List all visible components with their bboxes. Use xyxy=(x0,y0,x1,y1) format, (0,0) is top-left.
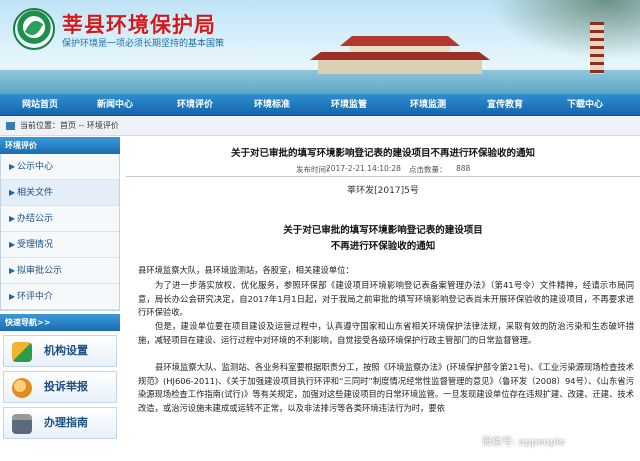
sidebar-item-agencies[interactable]: ▶ 环评中介 xyxy=(1,284,119,310)
document-heading-line2: 不再进行环保验收的通知 xyxy=(330,241,436,252)
sidebar-item-label: 环评中介 xyxy=(17,292,54,302)
quick-link-label: 办理指南 xyxy=(44,416,88,429)
body-paragraph: 县环境监察大队、监测站、各业务科室要根据职责分工，按照《环境监察办法》(环境保护… xyxy=(138,362,634,413)
sidebar-item-acceptance[interactable]: ▶ 受理情况 xyxy=(1,232,119,258)
home-icon xyxy=(6,122,15,130)
triangle-right-icon: ▶ xyxy=(9,266,16,275)
triangle-right-icon: ▶ xyxy=(9,214,16,223)
bureau-logo-icon[interactable] xyxy=(13,8,55,50)
nav-supervision[interactable]: 环境监管 xyxy=(317,94,381,116)
triangle-right-icon: ▶ xyxy=(9,240,16,249)
header-banner: 莘县环境保护局 保护环境是一项必须长期坚持的基本国策 xyxy=(0,0,640,94)
breadcrumb-text[interactable]: 当前位置：首页 -- 环境评价 xyxy=(20,116,119,136)
body-paragraph: 为了进一步落实放权、优化服务，参照环保部《建设项目环境影响登记表备案管理办法》（… xyxy=(138,280,634,318)
nav-education[interactable]: 宣传教育 xyxy=(473,94,537,116)
nav-standards[interactable]: 环境标准 xyxy=(240,94,304,116)
hit-count: 888 xyxy=(456,164,471,173)
pavilion-image xyxy=(310,28,510,76)
triangle-right-icon: ▶ xyxy=(9,162,16,171)
guide-icon xyxy=(12,414,32,434)
complaint-icon xyxy=(12,378,32,398)
sidebar-title: 环境评价 xyxy=(0,137,120,154)
sidebar-item-label: 相关文件 xyxy=(17,188,54,198)
sidebar-item-label: 办结公示 xyxy=(17,214,54,224)
sidebar-menu: ▶ 公示中心 ▶ 相关文件 ▶ 办结公示 ▶ 受理情况 ▶ 拟审批公示 ▶ 环评… xyxy=(0,154,120,311)
sidebar-item-pending-approval[interactable]: ▶ 拟审批公示 xyxy=(1,258,119,284)
breadcrumb: 当前位置：首页 -- 环境评价 xyxy=(0,116,640,136)
article-title: 关于对已审批的填写环境影响登记表的建设项目不再进行环保验收的通知 xyxy=(230,148,535,159)
body-paragraph: 但是，建设单位要在项目建设及运营过程中，认真遵守国家和山东省相关环境保护法律法规… xyxy=(138,321,634,345)
salutation-paragraph: 县环境监察大队，县环境监测站，各股室，相关建设单位： xyxy=(138,265,354,275)
site-slogan: 保护环境是一项必须长期坚持的基本国策 xyxy=(62,39,225,49)
sidebar-item-label: 受理情况 xyxy=(17,240,54,250)
document-number: 莘环发[2017]5号 xyxy=(347,186,419,196)
wechat-icon xyxy=(466,434,479,445)
sidebar-item-notice-center[interactable]: ▶ 公示中心 xyxy=(1,154,119,180)
document-heading-line1: 关于对已审批的填写环境影响登记表的建设项目 xyxy=(283,225,483,236)
sidebar-item-label: 公示中心 xyxy=(17,162,54,172)
triangle-right-icon: ▶ xyxy=(9,188,16,197)
triangle-right-icon: ▶ xyxy=(9,292,16,301)
publish-date: 2017-2-21 14:10:28 xyxy=(326,164,401,173)
hit-count-label: 点击数量： xyxy=(409,165,447,174)
quick-link-label: 投诉举报 xyxy=(44,380,88,393)
wechat-watermark: 微信号: eppeople xyxy=(482,437,565,448)
quick-link-organization[interactable]: 机构设置 xyxy=(3,335,117,367)
sidebar-item-completed-notice[interactable]: ▶ 办结公示 xyxy=(1,206,119,232)
org-structure-icon xyxy=(12,342,32,362)
quick-nav-title: 快速导航>> xyxy=(0,314,120,331)
nav-downloads[interactable]: 下载中心 xyxy=(553,94,617,116)
quick-link-label: 机构设置 xyxy=(44,344,88,357)
nav-monitoring[interactable]: 环境监测 xyxy=(396,94,460,116)
article-meta: 发布时间： 2017-2-21 14:10:28 点击数量： 888 xyxy=(126,164,640,176)
quick-link-guide[interactable]: 办理指南 xyxy=(3,407,117,439)
pagoda-image xyxy=(590,22,604,74)
document-heading: 关于对已审批的填写环境影响登记表的建设项目 不再进行环保验收的通知 xyxy=(126,223,640,255)
site-title: 莘县环境保护局 xyxy=(62,12,216,37)
nav-home[interactable]: 网站首页 xyxy=(8,94,72,116)
sidebar-item-label: 拟审批公示 xyxy=(17,266,63,276)
sidebar: 环境评价 ▶ 公示中心 ▶ 相关文件 ▶ 办结公示 ▶ 受理情况 ▶ 拟审批公示… xyxy=(0,137,120,461)
divider xyxy=(126,176,640,177)
sidebar-item-related-files[interactable]: ▶ 相关文件 xyxy=(1,180,119,206)
main-nav: 网站首页 新闻中心 环境评价 环境标准 环境监管 环境监测 宣传教育 下载中心 xyxy=(0,94,640,116)
article-panel: 关于对已审批的填写环境影响登记表的建设项目不再进行环保验收的通知 发布时间： 2… xyxy=(126,137,640,461)
quick-link-complaint[interactable]: 投诉举报 xyxy=(3,371,117,403)
nav-assessment[interactable]: 环境评价 xyxy=(163,94,227,116)
nav-news[interactable]: 新闻中心 xyxy=(83,94,147,116)
